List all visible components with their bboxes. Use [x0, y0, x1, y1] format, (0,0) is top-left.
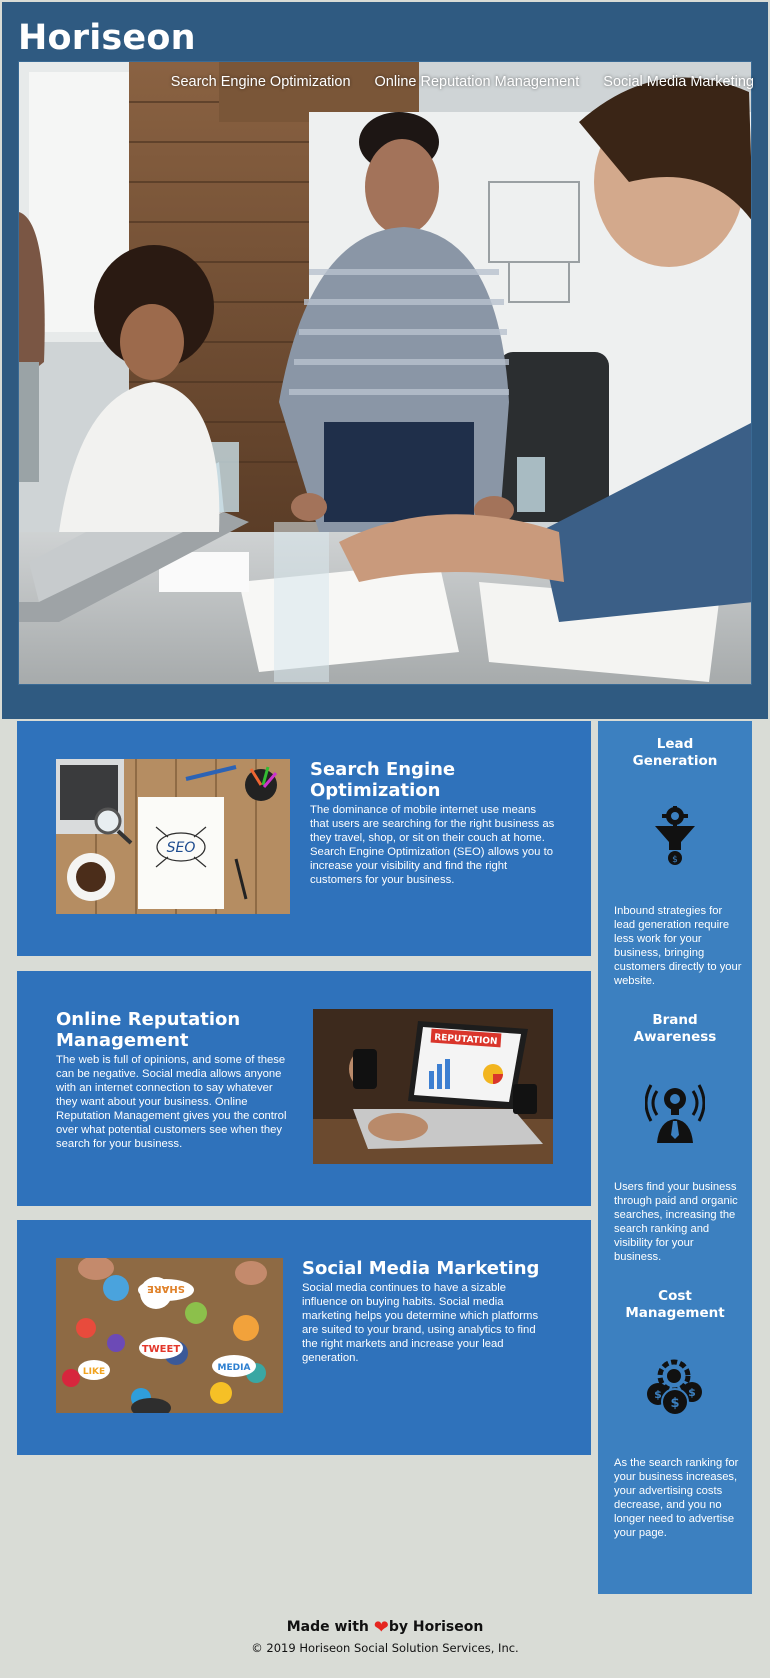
seo-image-label: SEO [167, 840, 196, 856]
gear-dollar-icon: $ $ $ [644, 1358, 706, 1420]
benefit-cost-management: Cost Management [598, 1288, 752, 1322]
seo-text: Search Engine Optimization The dominance… [310, 759, 555, 887]
like-image-label: LIKE [83, 1367, 105, 1377]
svg-text:$: $ [670, 1396, 679, 1411]
section-reputation: Online Reputation Management The web is … [17, 971, 591, 1206]
funnel-icon: $ [653, 805, 697, 870]
seo-body: The dominance of mobile internet use mea… [310, 804, 555, 886]
made-with-prefix: Made with [286, 1619, 369, 1635]
reputation-body: The web is full of opinions, and some of… [56, 1054, 287, 1150]
benefit-lead-generation: Lead Generation [598, 736, 752, 770]
cost-management-title: Cost Management [625, 1288, 725, 1321]
heart-icon: ❤ [373, 1617, 389, 1638]
cost-management-body: As the search ranking for your business … [614, 1457, 739, 1539]
lead-generation-body: Inbound strategies for lead generation r… [614, 905, 742, 987]
seo-title: Search Engine Optimization [310, 759, 456, 801]
copyright-text: © 2019 Horiseon Social Solution Services… [251, 1641, 519, 1655]
made-with-line: Made with ❤by Horiseon [0, 1617, 770, 1638]
nav-link-seo[interactable]: Search Engine Optimization [171, 74, 351, 90]
lightbulb-person-icon [644, 1079, 706, 1147]
social-title: Social Media Marketing [302, 1258, 540, 1279]
svg-text:$: $ [654, 1388, 662, 1401]
reputation-text: Online Reputation Management The web is … [56, 1009, 296, 1151]
section-seo: SEO Search Engine Optimization The domin… [17, 721, 591, 956]
laptop-reputation-photo: REPUTATION [313, 1009, 553, 1164]
reputation-title: Online Reputation Management [56, 1009, 241, 1051]
brand-awareness-title: Brand Awareness [633, 1012, 717, 1045]
svg-text:$: $ [672, 855, 678, 865]
team-meeting-photo [19, 62, 751, 684]
social-text: Social Media Marketing Social media cont… [302, 1258, 552, 1365]
svg-text:$: $ [688, 1386, 696, 1399]
seo-notebook-photo: SEO [56, 759, 290, 914]
site-footer: Made with ❤by Horiseon © 2019 Horiseon S… [0, 1617, 770, 1655]
section-social: SHARE TWEET LIKE MEDIA Social Media Mark… [17, 1220, 591, 1455]
nav-link-reputation[interactable]: Online Reputation Management [375, 74, 580, 90]
hero-image [18, 61, 752, 685]
share-image-label: SHARE [147, 1283, 185, 1294]
tweet-image-label: TWEET [142, 1344, 181, 1355]
made-with-suffix: by Horiseon [388, 1619, 484, 1635]
nav-link-social[interactable]: Social Media Marketing [603, 74, 754, 90]
benefit-brand-awareness: Brand Awareness [598, 1012, 752, 1046]
benefits-sidebar: Lead Generation $ Inbound strategies for… [598, 721, 752, 1594]
social-media-icons-photo: SHARE TWEET LIKE MEDIA [56, 1258, 283, 1413]
brand-logo[interactable]: Horiseon [18, 18, 196, 58]
media-image-label: MEDIA [218, 1363, 251, 1373]
brand-awareness-body: Users find your business through paid an… [614, 1181, 738, 1263]
lead-generation-title: Lead Generation [632, 736, 718, 769]
main-nav: Search Engine Optimization Online Reputa… [171, 74, 754, 90]
social-body: Social media continues to have a sizable… [302, 1282, 539, 1364]
site-header: Horiseon Search Engine Optimization Onli… [2, 2, 768, 719]
